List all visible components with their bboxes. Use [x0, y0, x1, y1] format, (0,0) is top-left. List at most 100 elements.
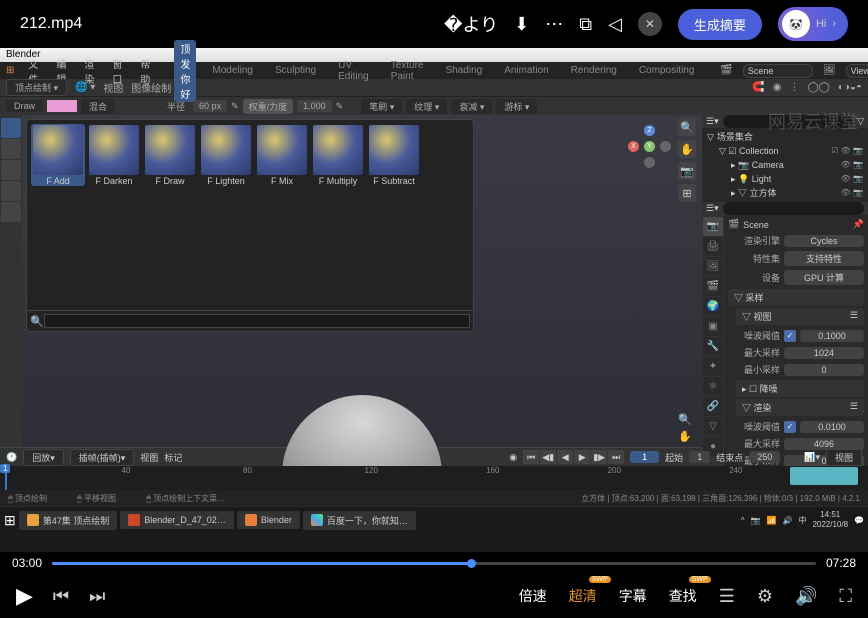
timeline-track[interactable]: 40 80 120 160 200 240	[0, 466, 868, 490]
workspace-compositing[interactable]: Compositing	[633, 64, 701, 77]
device[interactable]: GPU 计算	[784, 270, 864, 285]
task-blender[interactable]: Blender	[237, 511, 300, 529]
task-browser[interactable]: 百度一下，你就知…	[303, 511, 416, 530]
z-axis[interactable]: Z	[644, 125, 655, 136]
data-tab[interactable]: ▽	[703, 417, 723, 436]
object-tab[interactable]: ▣	[703, 317, 723, 336]
proportional-icon[interactable]: ◉	[773, 82, 782, 93]
overlays-icon[interactable]: ◯◯	[807, 82, 829, 93]
timeline-marker[interactable]: 标记	[164, 451, 182, 464]
find-button[interactable]: 查找SWP	[669, 586, 697, 606]
tree-collection[interactable]: ▽ ☑ Collection☑ 👁 📷	[706, 144, 864, 158]
tray-network-icon[interactable]: 📶	[767, 516, 777, 525]
tray-ime-icon[interactable]: 中	[798, 515, 806, 526]
smear-tool[interactable]	[1, 181, 21, 201]
render-engine[interactable]: Cycles	[784, 235, 864, 247]
world-tab[interactable]: 🌍	[703, 297, 723, 316]
pin-icon[interactable]: 📌	[853, 219, 864, 230]
nav-gizmo[interactable]: X Y Z	[628, 125, 672, 169]
props-search[interactable]	[723, 202, 864, 215]
close-button[interactable]: ✕	[638, 12, 662, 36]
timeline-clip[interactable]	[790, 467, 858, 485]
brush-f-mix[interactable]: F Mix	[255, 124, 309, 186]
denoise-section[interactable]: ▸ ☐ 降噪	[736, 380, 864, 397]
prev-button[interactable]: ⏮	[53, 586, 69, 607]
summary-dd[interactable]: 视图	[826, 449, 862, 466]
orientation-icon[interactable]: 🌐 ▾	[75, 82, 95, 93]
strength-value[interactable]: 1.000	[297, 100, 332, 112]
draw-tool[interactable]	[1, 118, 21, 138]
average-tool[interactable]	[1, 160, 21, 180]
tree-camera[interactable]: ▸ 📷 Camera👁 📷	[706, 158, 864, 172]
task-ppt[interactable]: Blender_D_47_02…	[120, 511, 234, 529]
keyframe-prev[interactable]: ◀▮	[540, 450, 556, 464]
snap-icon[interactable]: 🧲	[752, 82, 764, 93]
camera-icon[interactable]: 📷	[678, 162, 696, 180]
pressure-radius-icon[interactable]: ✎	[231, 101, 239, 112]
brush-search-input[interactable]	[44, 314, 470, 328]
dopesheet-icon[interactable]: 📊▾	[804, 452, 820, 463]
start-frame[interactable]: 1	[689, 451, 710, 463]
physics-tab[interactable]: ⚛	[703, 377, 723, 396]
gradient-tool[interactable]	[1, 202, 21, 222]
progress-bar[interactable]	[52, 562, 816, 565]
playhead[interactable]	[5, 466, 7, 490]
summary-button[interactable]: 生成摘要	[678, 9, 762, 40]
fullscreen-icon[interactable]: ⛶	[839, 586, 852, 607]
speed-button[interactable]: 倍速	[519, 586, 547, 606]
tray-up-icon[interactable]: ^	[741, 516, 745, 525]
settings-icon[interactable]: ⚙	[757, 586, 773, 607]
subtitle-button[interactable]: 字幕	[619, 586, 647, 606]
autokey-icon[interactable]: ◉	[509, 452, 517, 463]
feature-set[interactable]: 支持特性	[784, 251, 864, 266]
tree-light[interactable]: ▸ 💡 Light👁 📷	[706, 172, 864, 186]
end-frame[interactable]: 250	[749, 451, 780, 463]
start-button[interactable]: ⊞	[4, 512, 16, 529]
outliner-type-icon[interactable]: ☰▾	[706, 116, 719, 127]
pressure-strength-icon[interactable]: ✎	[336, 101, 344, 112]
shading-icons[interactable]: ◐◑◒◓	[838, 82, 862, 93]
workspace-texpaint[interactable]: Texture Paint	[385, 59, 430, 83]
workspace-sculpting[interactable]: Sculpting	[269, 64, 322, 77]
color-swatch[interactable]	[47, 100, 77, 112]
workspace-uv[interactable]: UV Editing	[332, 59, 375, 83]
keyframe-next[interactable]: ▮▶	[591, 450, 607, 464]
radius-value[interactable]: 60 px	[193, 100, 227, 112]
tray-camera-icon[interactable]: 📷	[751, 516, 761, 525]
workspace-active[interactable]: 顶发你好	[174, 40, 196, 102]
pan-icon[interactable]: ✋	[678, 140, 696, 158]
playback-dd[interactable]: 回放▾	[23, 449, 64, 466]
blend-mode[interactable]: 混合	[81, 99, 115, 114]
toolbar-imagepaint[interactable]: 图像绘制	[131, 80, 171, 95]
viewport-section[interactable]: ▽ 视图☰	[736, 308, 864, 325]
toolbar-view[interactable]: 视图	[103, 80, 123, 95]
keying-dd[interactable]: 插帧(插帧)▾	[70, 449, 135, 466]
sampling-section[interactable]: ▽ 采样	[728, 289, 864, 306]
pip-icon[interactable]: ⧉	[579, 14, 592, 35]
play-rev[interactable]: ◀	[557, 450, 573, 464]
noise-thresh-r[interactable]: 0.0100	[800, 421, 864, 433]
playlist-icon[interactable]: ☰	[719, 586, 735, 607]
brush-f-draw[interactable]: F Draw	[143, 124, 197, 186]
filter-icon[interactable]: ▽	[857, 116, 864, 127]
render-tab[interactable]: 📷	[703, 217, 723, 236]
ntr-check[interactable]: ✓	[784, 421, 796, 433]
cursor-dd[interactable]: 游标 ▾	[496, 99, 537, 114]
brush-f-add[interactable]: F Add	[31, 124, 85, 186]
max-samples-r[interactable]: 4096	[784, 438, 864, 450]
jump-start[interactable]: ⏮	[523, 450, 539, 464]
perspective-icon[interactable]: ⊞	[678, 184, 696, 202]
more-icon[interactable]: ⋯	[545, 14, 563, 35]
play-button[interactable]: ▶	[16, 583, 33, 609]
viewlayer-input[interactable]	[846, 64, 868, 78]
volume-icon[interactable]: 🔊	[795, 586, 817, 607]
zoom-icon[interactable]: 🔍	[678, 118, 696, 136]
workspace-rendering[interactable]: Rendering	[565, 64, 623, 77]
workspace-shading[interactable]: Shading	[440, 64, 489, 77]
workspace-animation[interactable]: Animation	[498, 64, 554, 77]
tray-volume-icon[interactable]: 🔊	[782, 516, 792, 525]
next-button[interactable]: ⏭	[89, 586, 105, 607]
share-icon[interactable]: �より	[444, 11, 498, 37]
texture-dd[interactable]: 纹理 ▾	[406, 99, 447, 114]
neg-axis[interactable]	[660, 141, 671, 152]
